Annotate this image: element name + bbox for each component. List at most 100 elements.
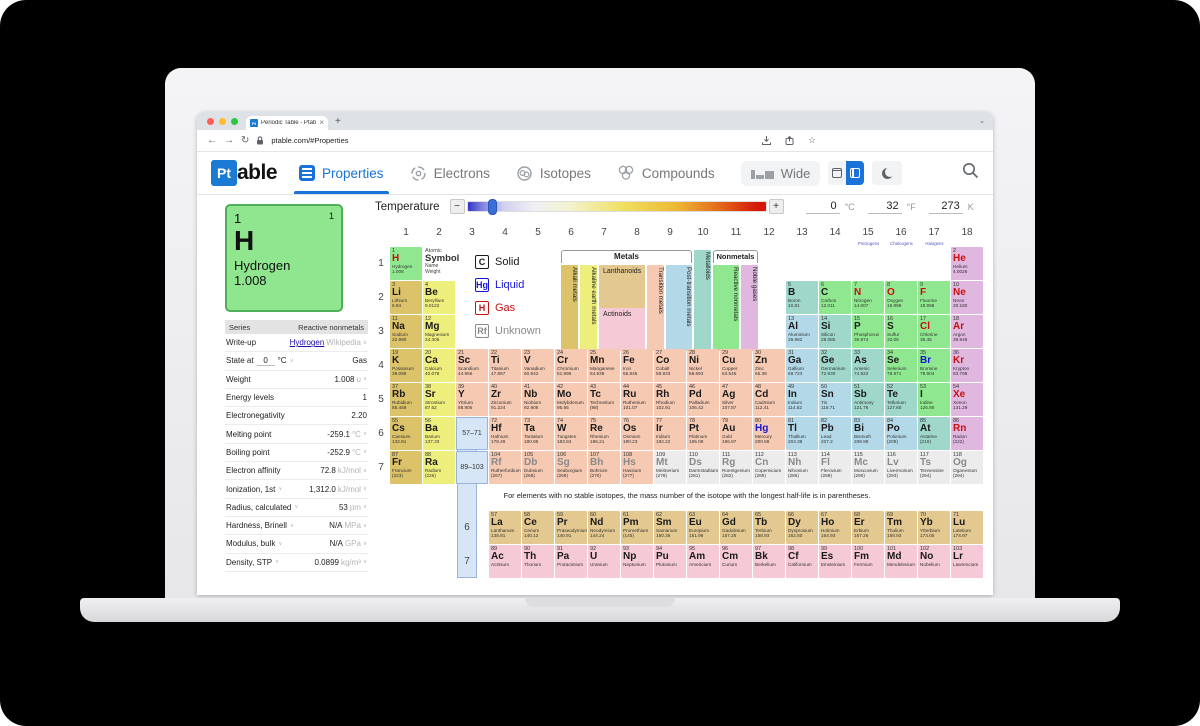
temperature-slider[interactable] — [467, 201, 767, 212]
wide-button[interactable]: Wide — [741, 161, 821, 186]
element-Nh[interactable]: 113NhNihonium(286) — [786, 451, 818, 484]
placeholder-cell[interactable]: 89–103 — [456, 451, 488, 484]
reload-button[interactable]: ↻ — [241, 135, 249, 146]
element-K[interactable]: 19KPotassium39.098 — [390, 349, 422, 382]
chevron-down-icon[interactable]: ∨ — [363, 340, 367, 346]
chevron-down-icon[interactable]: ∨ — [278, 486, 282, 492]
element-Dy[interactable]: 66DyDysprosium162.50 — [786, 511, 818, 544]
new-tab-button[interactable]: + — [335, 116, 341, 127]
chevron-down-icon[interactable]: ∨ — [290, 358, 294, 364]
legend-reactive-nonmetals[interactable]: Reactive nonmetals — [713, 265, 739, 351]
element-U[interactable]: 92UUranium — [588, 545, 620, 578]
element-Rg[interactable]: 111RgRoentgenium(282) — [720, 451, 752, 484]
element-Ca[interactable]: 20CaCalcium40.078 — [423, 349, 455, 382]
element-Db[interactable]: 105DbDubnium(268) — [522, 451, 554, 484]
element-Cf[interactable]: 98CfCalifornium — [786, 545, 818, 578]
placeholder-cell[interactable]: 57–71 — [456, 417, 488, 450]
element-Lv[interactable]: 116LvLivermorium(293) — [885, 451, 917, 484]
element-Nd[interactable]: 60NdNeodymium144.24 — [588, 511, 620, 544]
element-Md[interactable]: 101MdMendelevium — [885, 545, 917, 578]
element-At[interactable]: 85AtAstatine(210) — [918, 417, 950, 450]
chevron-down-icon[interactable]: ∨ — [278, 541, 282, 547]
element-Si[interactable]: 14SiSilicon28.085 — [819, 315, 851, 348]
element-Tb[interactable]: 65TbTerbium158.93 — [753, 511, 785, 544]
element-Na[interactable]: 11NaSodium22.990 — [390, 315, 422, 348]
chevron-down-icon[interactable]: ∨ — [363, 559, 367, 565]
window-controls[interactable] — [207, 118, 238, 125]
element-W[interactable]: 74WTungsten183.84 — [555, 417, 587, 450]
chevron-down-icon[interactable]: ∨ — [363, 376, 367, 382]
element-Rh[interactable]: 45RhRhodium102.91 — [654, 383, 686, 416]
element-Mg[interactable]: 12MgMagnesium24.305 — [423, 315, 455, 348]
element-Y[interactable]: 39YYttrium88.906 — [456, 383, 488, 416]
chevron-down-icon[interactable]: ∨ — [363, 431, 367, 437]
element-He[interactable]: 2HeHelium4.0026 — [951, 247, 983, 280]
close-tab-icon[interactable]: × — [319, 119, 324, 127]
element-Ne[interactable]: 10NeNeon20.180 — [951, 281, 983, 314]
element-Br[interactable]: 35BrBromine79.904 — [918, 349, 950, 382]
element-Bk[interactable]: 97BkBerkelium — [753, 545, 785, 578]
element-Bi[interactable]: 83BiBismuth208.98 — [852, 417, 884, 450]
element-Tl[interactable]: 81TlThallium204.38 — [786, 417, 818, 450]
element-Er[interactable]: 68ErErbium167.26 — [852, 511, 884, 544]
forward-button[interactable]: → — [224, 135, 234, 146]
element-Cs[interactable]: 55CsCaesium132.91 — [390, 417, 422, 450]
element-Rf[interactable]: 104RfRutherfordium(267) — [489, 451, 521, 484]
element-Cr[interactable]: 24CrChromium51.996 — [555, 349, 587, 382]
back-button[interactable]: ← — [207, 135, 217, 146]
chevron-down-icon[interactable]: ∨ — [294, 504, 298, 510]
element-Mn[interactable]: 25MnManganese54.938 — [588, 349, 620, 382]
chevron-down-icon[interactable]: ∨ — [363, 486, 367, 492]
chevron-down-icon[interactable]: ∨ — [363, 504, 367, 510]
legend-post-transition[interactable]: Post-transition metals — [666, 265, 692, 351]
element-H[interactable]: 1HHydrogen1.008 — [390, 247, 422, 280]
temperature-plus-button[interactable]: + — [769, 199, 784, 214]
element-Ba[interactable]: 56BaBarium137.33 — [423, 417, 455, 450]
element-Os[interactable]: 76OsOsmium190.23 — [621, 417, 653, 450]
element-F[interactable]: 9FFluorine18.998 — [918, 281, 950, 314]
chevron-down-icon[interactable]: ∨ — [275, 559, 279, 565]
element-V[interactable]: 23VVanadium50.942 — [522, 349, 554, 382]
element-Sb[interactable]: 51SbAntimony121.76 — [852, 383, 884, 416]
element-Ce[interactable]: 58CeCerium140.12 — [522, 511, 554, 544]
element-Hf[interactable]: 72HfHafnium178.49 — [489, 417, 521, 450]
element-Pa[interactable]: 91PaProtactinium — [555, 545, 587, 578]
sidebar-layout-button[interactable] — [846, 161, 864, 185]
element-Ru[interactable]: 44RuRuthenium101.07 — [621, 383, 653, 416]
element-In[interactable]: 49InIndium114.82 — [786, 383, 818, 416]
slider-thumb[interactable] — [488, 199, 497, 215]
close-window-button[interactable] — [207, 118, 214, 125]
element-Tm[interactable]: 69TmThulium168.93 — [885, 511, 917, 544]
element-Al[interactable]: 13AlAluminium26.982 — [786, 315, 818, 348]
element-Mt[interactable]: 109MtMeitnerium(278) — [654, 451, 686, 484]
element-Xe[interactable]: 54XeXenon131.29 — [951, 383, 983, 416]
state-temp-input[interactable]: 0 — [257, 356, 275, 366]
element-Ho[interactable]: 67HoHolmium164.93 — [819, 511, 851, 544]
element-Li[interactable]: 3LiLithium6.94 — [390, 281, 422, 314]
chevron-down-icon[interactable]: ∨ — [290, 523, 294, 529]
element-P[interactable]: 15PPhosphorus30.974 — [852, 315, 884, 348]
element-Ga[interactable]: 31GaGallium69.723 — [786, 349, 818, 382]
chevron-down-icon[interactable]: ∨ — [363, 449, 367, 455]
element-Cl[interactable]: 17ClChlorine35.45 — [918, 315, 950, 348]
element-Ds[interactable]: 110DsDarmstadtium(281) — [687, 451, 719, 484]
element-S[interactable]: 16SSulfur32.06 — [885, 315, 917, 348]
share-icon[interactable] — [785, 136, 794, 145]
element-I[interactable]: 53IIodine126.90 — [918, 383, 950, 416]
temperature-minus-button[interactable]: − — [450, 199, 465, 214]
element-Te[interactable]: 52TeTellurium127.60 — [885, 383, 917, 416]
tab-properties[interactable]: Properties — [299, 152, 384, 194]
element-Kr[interactable]: 36KrKrypton83.798 — [951, 349, 983, 382]
dark-mode-button[interactable] — [872, 161, 902, 185]
chevron-down-icon[interactable]: ⌄ — [979, 117, 985, 125]
element-Sn[interactable]: 50SnTin118.71 — [819, 383, 851, 416]
download-icon[interactable] — [762, 136, 771, 145]
kelvin-input[interactable]: 273 — [929, 200, 963, 214]
element-Ra[interactable]: 88RaRadium(226) — [423, 451, 455, 484]
tab-compounds[interactable]: Compounds — [617, 152, 715, 194]
element-Mo[interactable]: 42MoMolybdenum95.95 — [555, 383, 587, 416]
element-Th[interactable]: 90ThThorium — [522, 545, 554, 578]
element-Ac[interactable]: 89AcActinium — [489, 545, 521, 578]
element-Pm[interactable]: 61PmPromethium(145) — [621, 511, 653, 544]
element-Se[interactable]: 34SeSelenium78.971 — [885, 349, 917, 382]
